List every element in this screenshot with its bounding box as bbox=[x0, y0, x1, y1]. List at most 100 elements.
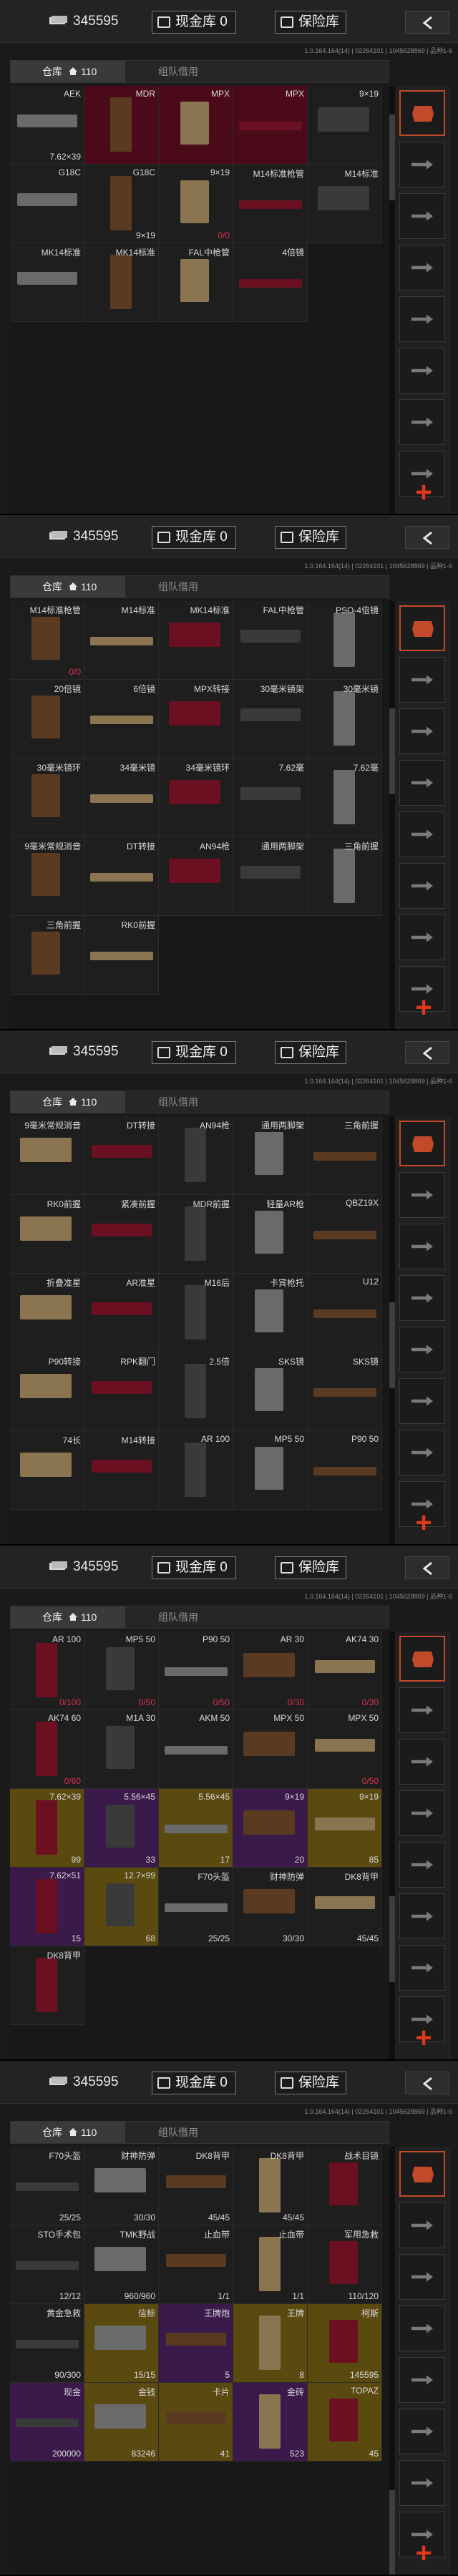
tab-team[interactable]: 组队借用 bbox=[158, 1606, 198, 1628]
sidebar-category[interactable] bbox=[399, 1327, 445, 1372]
tab-warehouse[interactable]: 仓库 110 bbox=[11, 576, 125, 597]
add-button[interactable]: + bbox=[409, 993, 438, 1022]
inventory-item[interactable]: 9×19 20 bbox=[233, 1789, 308, 1868]
inventory-item[interactable]: 止血带 1/1 bbox=[233, 2225, 308, 2304]
inventory-item[interactable]: 折叠准星 bbox=[10, 1274, 84, 1352]
sidebar-category[interactable] bbox=[399, 1430, 445, 1475]
inventory-item[interactable]: AKM 50 bbox=[159, 1710, 233, 1789]
inventory-item[interactable]: 战术目镜 bbox=[308, 2147, 382, 2225]
sidebar-category[interactable] bbox=[399, 1842, 445, 1888]
inventory-item[interactable]: 2.5倍 bbox=[159, 1352, 233, 1431]
sidebar-category[interactable] bbox=[399, 1945, 445, 1991]
sidebar-category[interactable] bbox=[399, 1275, 445, 1321]
inventory-item[interactable]: 5.56×45 17 bbox=[159, 1789, 233, 1868]
scrollbar[interactable] bbox=[389, 1116, 395, 1544]
add-button[interactable]: + bbox=[409, 1508, 438, 1537]
sidebar-category[interactable] bbox=[399, 2460, 445, 2506]
sidebar-category[interactable] bbox=[399, 1636, 445, 1682]
inventory-item[interactable]: DK8背甲 45/45 bbox=[233, 2147, 308, 2225]
scrollbar-thumb[interactable] bbox=[389, 708, 395, 794]
inventory-item[interactable]: 通用两脚架 bbox=[233, 837, 308, 916]
inventory-item[interactable]: 30毫米镜架 bbox=[233, 680, 308, 758]
inventory-item[interactable]: SKS镜 bbox=[308, 1352, 382, 1431]
inventory-item[interactable]: MDR bbox=[84, 86, 159, 165]
inventory-item[interactable]: 王牌炮 5 bbox=[159, 2304, 233, 2383]
sidebar-category[interactable] bbox=[399, 1121, 445, 1166]
tab-warehouse[interactable]: 仓库 110 bbox=[11, 1606, 125, 1628]
inventory-item[interactable]: 三角前握 bbox=[308, 1116, 382, 1195]
inventory-item[interactable]: AEK 7.62×39 bbox=[10, 86, 84, 165]
inventory-item[interactable]: 9毫米常规消音 bbox=[10, 1116, 84, 1195]
cash-vault-button[interactable]: 现金库 0 bbox=[152, 11, 236, 34]
inventory-item[interactable]: AR 100 bbox=[159, 1431, 233, 1510]
inventory-item[interactable]: M1A 30 bbox=[84, 1710, 159, 1789]
inventory-item[interactable]: SKS镜 bbox=[233, 1352, 308, 1431]
sidebar-category[interactable] bbox=[399, 2306, 445, 2351]
inventory-item[interactable]: 王牌 8 bbox=[233, 2304, 308, 2383]
inventory-item[interactable]: PSO-4倍镜 bbox=[308, 601, 382, 680]
inventory-item[interactable]: DK8背甲 45/45 bbox=[308, 1868, 382, 1946]
tab-warehouse[interactable]: 仓库 110 bbox=[11, 61, 125, 82]
inventory-item[interactable]: M14标准枪管 0/0 bbox=[10, 601, 84, 680]
inventory-item[interactable]: 74长 bbox=[10, 1431, 84, 1510]
inventory-item[interactable]: MPX bbox=[159, 86, 233, 165]
inventory-item[interactable]: FAL中枪管 bbox=[233, 601, 308, 680]
inventory-item[interactable]: AK74 30 0/30 bbox=[308, 1631, 382, 1710]
safe-vault-button[interactable]: 保险库 bbox=[275, 1041, 346, 1064]
sidebar-category[interactable] bbox=[399, 2409, 445, 2454]
inventory-item[interactable]: DT转接 bbox=[84, 1116, 159, 1195]
inventory-item[interactable]: 30毫米镜环 bbox=[10, 758, 84, 837]
tab-team[interactable]: 组队借用 bbox=[158, 576, 198, 597]
sidebar-category[interactable] bbox=[399, 296, 445, 342]
inventory-item[interactable]: 柯斯 145595 bbox=[308, 2304, 382, 2383]
inventory-item[interactable]: MK14标准 bbox=[84, 243, 159, 322]
inventory-item[interactable]: 9×19 bbox=[308, 86, 382, 165]
inventory-item[interactable]: 6倍镜 bbox=[84, 680, 159, 758]
inventory-item[interactable]: F70头盔 25/25 bbox=[10, 2147, 84, 2225]
inventory-item[interactable]: AK74 60 0/60 bbox=[10, 1710, 84, 1789]
sidebar-category[interactable] bbox=[399, 193, 445, 239]
inventory-item[interactable]: P90 50 0/50 bbox=[159, 1631, 233, 1710]
inventory-item[interactable]: RK0前握 bbox=[84, 916, 159, 995]
inventory-item[interactable]: M14标准 bbox=[308, 165, 382, 243]
cash-vault-button[interactable]: 现金库 0 bbox=[152, 526, 236, 549]
sidebar-category[interactable] bbox=[399, 914, 445, 960]
inventory-item[interactable]: 9×19 0/0 bbox=[159, 165, 233, 243]
inventory-item[interactable]: DK8背甲 45/45 bbox=[159, 2147, 233, 2225]
inventory-item[interactable]: 财神防弹 30/30 bbox=[233, 1868, 308, 1946]
inventory-item[interactable]: 12.7×99 68 bbox=[84, 1868, 159, 1946]
inventory-item[interactable]: 7.62毫 bbox=[308, 758, 382, 837]
safe-vault-button[interactable]: 保险库 bbox=[275, 526, 346, 549]
sidebar-category[interactable] bbox=[399, 245, 445, 291]
inventory-item[interactable]: MK14标准 bbox=[159, 601, 233, 680]
inventory-item[interactable]: 轻量AR枪 bbox=[233, 1195, 308, 1274]
inventory-item[interactable]: 7.62×51 15 bbox=[10, 1868, 84, 1946]
sidebar-category[interactable] bbox=[399, 1224, 445, 1269]
inventory-item[interactable]: FAL中枪管 bbox=[159, 243, 233, 322]
inventory-item[interactable]: 30毫米镜 bbox=[308, 680, 382, 758]
inventory-item[interactable]: 卡宾枪托 bbox=[233, 1274, 308, 1352]
scrollbar[interactable] bbox=[389, 2147, 395, 2575]
scrollbar-thumb[interactable] bbox=[389, 114, 395, 200]
inventory-item[interactable]: RPK翻门 bbox=[84, 1352, 159, 1431]
tab-warehouse[interactable]: 仓库 110 bbox=[11, 2122, 125, 2143]
back-button[interactable] bbox=[405, 526, 449, 549]
inventory-item[interactable]: AN94枪 bbox=[159, 837, 233, 916]
inventory-item[interactable]: 20倍镜 bbox=[10, 680, 84, 758]
back-button[interactable] bbox=[405, 11, 449, 34]
inventory-item[interactable]: 信标 15/15 bbox=[84, 2304, 159, 2383]
inventory-item[interactable]: TOPAZ 45 bbox=[308, 2383, 382, 2462]
sidebar-category[interactable] bbox=[399, 142, 445, 187]
inventory-item[interactable]: MP5 50 bbox=[233, 1431, 308, 1510]
sidebar-category[interactable] bbox=[399, 90, 445, 136]
inventory-item[interactable]: U12 bbox=[308, 1274, 382, 1352]
scrollbar-thumb[interactable] bbox=[389, 1302, 395, 1388]
inventory-item[interactable]: G18C 9×19 bbox=[84, 165, 159, 243]
inventory-item[interactable]: 9×19 85 bbox=[308, 1789, 382, 1868]
inventory-item[interactable]: 黄金急救 90/300 bbox=[10, 2304, 84, 2383]
scrollbar[interactable] bbox=[389, 601, 395, 1029]
inventory-item[interactable]: 34毫米镜 bbox=[84, 758, 159, 837]
inventory-item[interactable]: P90 50 bbox=[308, 1431, 382, 1510]
inventory-item[interactable]: 紧凑前握 bbox=[84, 1195, 159, 1274]
inventory-item[interactable]: AR 100 0/100 bbox=[10, 1631, 84, 1710]
